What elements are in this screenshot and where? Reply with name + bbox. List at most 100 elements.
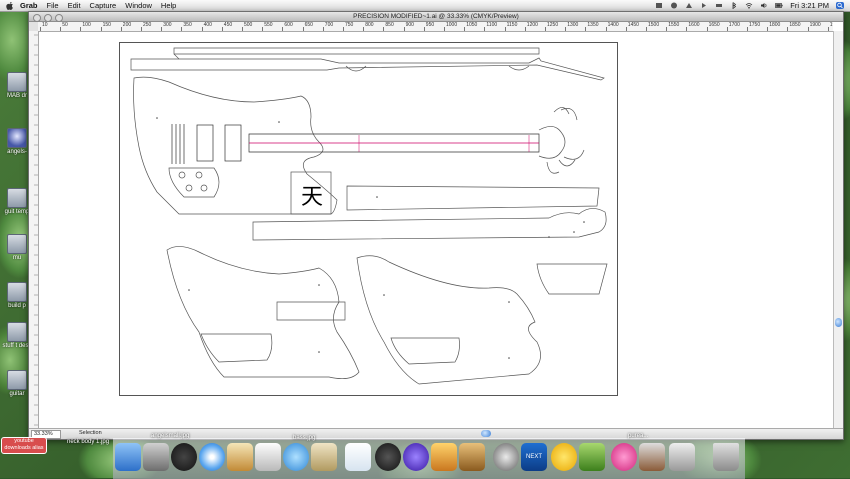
artboard-canvas[interactable]: 天	[39, 32, 833, 428]
dashboard-icon[interactable]	[171, 443, 197, 471]
vertical-ruler[interactable]	[29, 31, 39, 428]
ruler-tick	[80, 27, 82, 31]
app-icon-dark[interactable]	[375, 443, 401, 471]
menu-status-icon-1[interactable]	[655, 2, 663, 9]
vertical-scroll-thumb[interactable]	[835, 318, 842, 327]
guitar-app-icon[interactable]	[459, 443, 485, 471]
menu-window[interactable]: Window	[125, 1, 152, 10]
folder-icon	[7, 322, 27, 342]
itunes-visualizer-icon[interactable]	[403, 443, 429, 471]
current-tool-status[interactable]: Selection	[79, 430, 139, 437]
dock-label-bass[interactable]: bass.jpg	[293, 435, 315, 441]
ruler-label: 550	[264, 22, 273, 28]
bridge	[171, 124, 185, 164]
sonic-visualiser-icon[interactable]	[345, 443, 371, 471]
ruler-tick	[181, 27, 183, 31]
preview-icon[interactable]	[143, 443, 169, 471]
ruler-tick	[201, 27, 203, 31]
ruler-label: 1100	[486, 22, 498, 28]
window-titlebar[interactable]: PRECISION MODIFIED~1.ai @ 33.33% (CMYK/P…	[29, 12, 843, 22]
menu-clock[interactable]: Fri 3:21 PM	[790, 1, 829, 10]
ruler-tick	[787, 27, 789, 31]
menu-help[interactable]: Help	[161, 1, 176, 10]
volume-icon[interactable]	[760, 2, 768, 9]
horizontal-scroll-thumb[interactable]	[481, 430, 491, 437]
folder-icon	[7, 188, 27, 208]
ruler-tick	[161, 27, 163, 31]
wifi-icon[interactable]	[745, 2, 753, 9]
menu-edit[interactable]: Edit	[68, 1, 81, 10]
ruler-label: 1300	[567, 22, 579, 28]
iphoto-icon[interactable]	[255, 443, 281, 471]
menu-app-grab[interactable]: Grab	[20, 1, 38, 10]
ruler-label: 600	[284, 22, 293, 28]
mail-stamp-icon[interactable]	[227, 443, 253, 471]
desktop-icon-youtube-downloads[interactable]: youtube downloads alias	[1, 437, 47, 454]
menu-status-icon-4[interactable]	[700, 2, 708, 9]
ruler-label: 150	[102, 22, 111, 28]
ruler-tick	[423, 27, 425, 31]
control-cavity-2	[390, 337, 460, 365]
ruler-tick	[60, 27, 62, 31]
menu-status-icon-2[interactable]	[670, 2, 678, 9]
pickup-bridge	[224, 124, 242, 162]
ruler-label: 10	[42, 22, 48, 28]
knob-1	[178, 171, 186, 179]
time-machine-icon[interactable]	[493, 443, 519, 471]
ruler-tick	[504, 27, 506, 31]
menu-capture[interactable]: Capture	[90, 1, 117, 10]
app-icon-green[interactable]	[579, 443, 605, 471]
knob-4	[200, 184, 208, 192]
dock-label-pure[interactable]: purea...	[628, 433, 648, 439]
finder-icon[interactable]	[115, 443, 141, 471]
ruler-tick	[747, 27, 748, 31]
ruler-label: 400	[203, 22, 212, 28]
ruler-label: 800	[365, 22, 374, 28]
messenger-icon[interactable]	[551, 443, 577, 471]
ruler-label: 950	[425, 22, 435, 28]
safari-icon[interactable]	[199, 443, 225, 471]
menu-file[interactable]: File	[47, 1, 59, 10]
ruler-tick	[120, 27, 122, 31]
ruler-tick	[464, 27, 466, 31]
flower-app-icon[interactable]	[611, 443, 637, 471]
ruler-label: 100	[82, 22, 91, 28]
itunes-icon[interactable]	[283, 443, 309, 471]
ruler-tick	[605, 27, 607, 31]
vertical-scrollbar[interactable]	[833, 31, 843, 428]
ruler-label: 650	[304, 22, 313, 28]
zoom-button[interactable]	[55, 13, 63, 22]
ruler-tick	[827, 27, 829, 31]
ruler-label: 1400	[607, 22, 619, 28]
bluetooth-icon[interactable]	[730, 2, 738, 9]
close-button[interactable]	[33, 13, 41, 22]
dock-label-angelsmall[interactable]: angelsmall.jpg	[151, 433, 189, 439]
ruler-label: 1550	[668, 22, 680, 28]
horizontal-ruler[interactable]: 10 50 100 150 200 250 300 350 400 450 500 550 600 650…	[38, 22, 833, 32]
dock-label-neck-body[interactable]: neck body 1.jpg	[67, 439, 109, 445]
ruler-label: 900	[405, 22, 414, 28]
garageband-icon[interactable]	[431, 443, 457, 471]
ruler-label: 50	[62, 22, 68, 28]
app-icon-grapher[interactable]	[311, 443, 337, 471]
guitar-template-drawing[interactable]: 天	[39, 32, 833, 428]
menu-status-icon-5[interactable]	[715, 2, 723, 9]
apple-menu-icon[interactable]	[6, 1, 14, 10]
control-cavity-1	[200, 333, 273, 363]
ruler-tick	[343, 27, 344, 31]
trash-icon[interactable]	[713, 443, 739, 471]
strap-button-2	[508, 65, 530, 71]
folder-icon	[7, 234, 27, 254]
ruler-label: 1200	[526, 22, 538, 28]
ruler-label: 250	[143, 22, 152, 28]
ruler-tick	[322, 27, 324, 31]
minimize-button[interactable]	[44, 13, 52, 22]
menu-status-icon-3[interactable]	[685, 2, 693, 9]
spotlight-icon[interactable]	[836, 2, 844, 9]
battery-icon[interactable]	[775, 2, 783, 9]
ruler-tick	[403, 27, 405, 31]
reference-dots	[156, 117, 585, 359]
app-icon-tool[interactable]	[639, 443, 665, 471]
app-icon-grey[interactable]	[669, 443, 695, 471]
next-app-icon[interactable]: NEXT	[521, 443, 547, 471]
